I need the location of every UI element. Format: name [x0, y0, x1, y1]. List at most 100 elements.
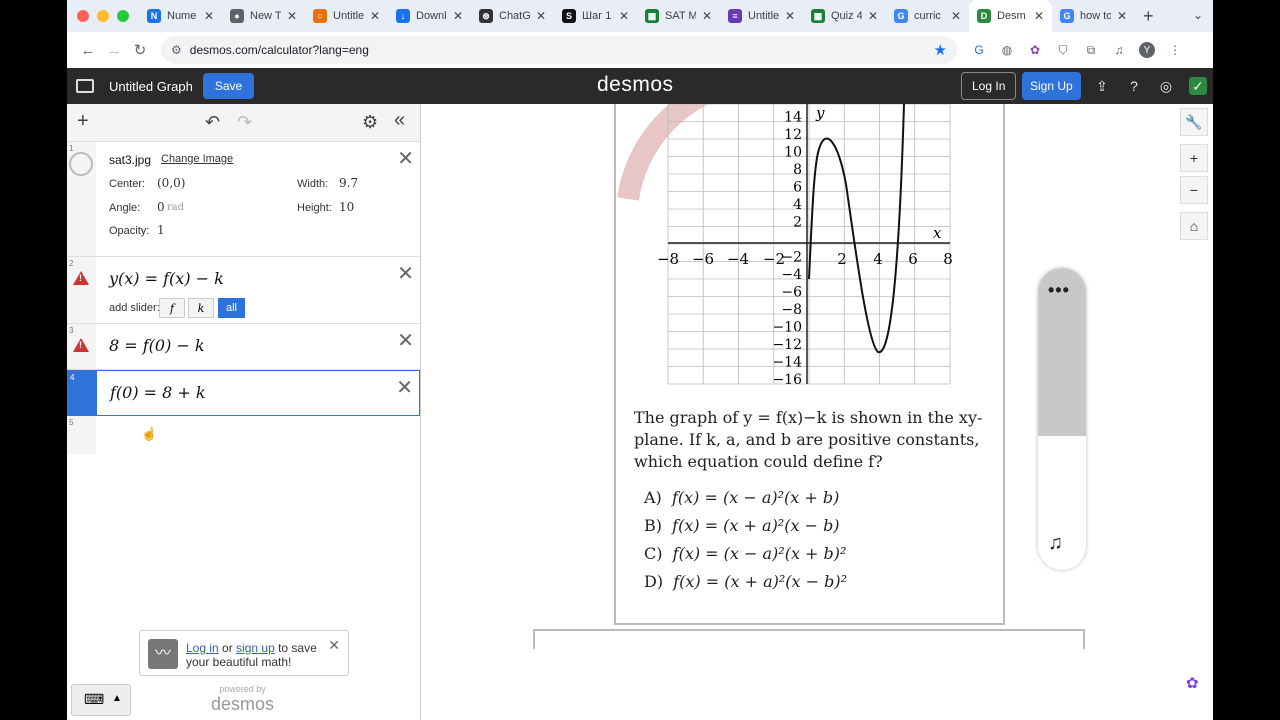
expression-math[interactable]: 8 = f(0) − k [109, 336, 205, 355]
tab-close-icon[interactable]: ✕ [370, 9, 380, 23]
close-window-button[interactable] [77, 10, 89, 22]
change-image-link[interactable]: Change Image [161, 153, 233, 165]
translate-icon[interactable]: G [971, 42, 987, 58]
browser-tab[interactable]: S Шаг 1 ✕ [554, 0, 637, 32]
slider-all-button[interactable]: all [218, 298, 245, 318]
share-icon[interactable]: ⇪ [1093, 77, 1111, 95]
signup-link[interactable]: sign up [236, 641, 275, 655]
signup-button[interactable]: Sign Up [1022, 72, 1081, 100]
tab-title: Quiz 4 [831, 10, 862, 22]
browser-tab[interactable]: ≡ Untitle ✕ [720, 0, 803, 32]
browser-tab[interactable]: ↓ Downl ✕ [388, 0, 471, 32]
desmos-logo: desmos [597, 73, 674, 96]
tab-close-icon[interactable]: ✕ [868, 9, 878, 23]
globe-icon[interactable]: ◍ [999, 42, 1015, 58]
browser-tab[interactable]: ○ Untitle ✕ [305, 0, 388, 32]
help-icon[interactable]: ? [1125, 77, 1143, 95]
delete-expression-icon[interactable]: ✕ [397, 146, 414, 171]
extension-icon[interactable]: ✓ [1189, 77, 1207, 95]
undo-icon[interactable]: ↶ [205, 112, 220, 133]
warning-icon[interactable] [73, 271, 89, 285]
profile-avatar[interactable]: Y [1139, 42, 1155, 58]
browser-tab[interactable]: ▦ SAT M ✕ [637, 0, 720, 32]
brain-extension-icon[interactable]: ✿ [1027, 42, 1043, 58]
browser-tab[interactable]: Gcurric ✕ [886, 0, 969, 32]
new-tab-button[interactable]: + [1135, 6, 1162, 27]
delete-expression-icon[interactable]: ✕ [396, 375, 413, 400]
opacity-value[interactable]: 1 [157, 223, 165, 237]
minimize-window-button[interactable] [97, 10, 109, 22]
tab-close-icon[interactable]: ✕ [702, 9, 712, 23]
delete-expression-icon[interactable]: ✕ [397, 261, 414, 286]
zoom-out-icon[interactable]: − [1180, 176, 1208, 204]
tab-close-icon[interactable]: ✕ [204, 9, 214, 23]
image-expression[interactable]: 1 sat3.jpg Change Image ✕ Center: (0,0) … [67, 142, 420, 257]
expression-math[interactable]: y(x) = f(x) − k [109, 269, 224, 288]
warning-icon[interactable] [73, 338, 89, 352]
tab-close-icon[interactable]: ✕ [287, 9, 297, 23]
slider-k-button[interactable]: k [188, 298, 214, 318]
browser-tab[interactable]: D Desm ✕ [969, 0, 1052, 32]
width-value[interactable]: 9.7 [339, 176, 358, 190]
floating-media-widget[interactable]: ••• ♫ [1038, 268, 1086, 570]
more-options-icon[interactable]: ••• [1048, 280, 1070, 301]
zoom-in-icon[interactable]: + [1180, 144, 1208, 172]
url-field[interactable]: ⚙ desmos.com/calculator?lang=eng ★ [161, 36, 957, 64]
site-info-icon[interactable]: ⚙ [171, 43, 182, 57]
bookmark-star-icon[interactable]: ★ [934, 41, 947, 59]
image-visibility-icon[interactable] [69, 152, 93, 176]
expression-math[interactable]: f(0) = 8 + k [110, 383, 206, 402]
slider-f-button[interactable]: f [159, 298, 185, 318]
add-expression-icon[interactable]: + [77, 110, 89, 133]
expression-3[interactable]: 3 8 = f(0) − k ✕ [67, 324, 420, 370]
height-value[interactable]: 10 [339, 200, 354, 214]
expression-5[interactable]: 5 ☝ [67, 416, 420, 454]
assistant-extension-icon[interactable]: ✿ [1186, 674, 1199, 692]
puzzle-icon[interactable]: ⧉ [1083, 42, 1099, 58]
tab-close-icon[interactable]: ✕ [619, 9, 629, 23]
tab-close-icon[interactable]: ✕ [453, 9, 463, 23]
tab-close-icon[interactable]: ✕ [785, 9, 795, 23]
center-value[interactable]: (0,0) [157, 176, 185, 190]
tab-close-icon[interactable]: ✕ [951, 9, 961, 23]
login-button[interactable]: Log In [961, 72, 1017, 100]
expression-4[interactable]: 4 f(0) = 8 + k ✕ [67, 370, 420, 416]
answer-choice: C) f(x) = (x − a)²(x + b)² [644, 544, 846, 563]
delete-expression-icon[interactable]: ✕ [397, 328, 414, 353]
close-icon[interactable]: ✕ [328, 637, 340, 654]
browser-tab[interactable]: Ghow to ✕ [1052, 0, 1135, 32]
back-arrow-icon[interactable]: ← [75, 42, 101, 59]
expression-2[interactable]: 2 y(x) = f(x) − k ✕ add slider: f k all [67, 257, 420, 324]
tab-close-icon[interactable]: ✕ [1034, 9, 1044, 23]
reload-icon[interactable]: ↻ [127, 41, 153, 59]
folder-icon[interactable] [76, 79, 94, 93]
keyboard-toggle-button[interactable]: ⌨ ▲ [71, 684, 131, 716]
wrench-icon[interactable]: 🔧 [1180, 108, 1208, 136]
graph-title[interactable]: Untitled Graph [109, 79, 193, 94]
maximize-window-button[interactable] [117, 10, 129, 22]
graph-paper[interactable]: 161412108642−2−4−6−8−10−12−14−16−8−6−4−2… [421, 104, 1213, 720]
media-icon[interactable]: ♫ [1111, 42, 1127, 58]
tab-search-icon[interactable]: ⌄ [1193, 8, 1203, 22]
angle-value[interactable]: 0 [157, 200, 165, 214]
collapse-panel-icon[interactable]: « [394, 109, 405, 132]
height-label: Height: [297, 202, 332, 214]
tab-close-icon[interactable]: ✕ [1117, 9, 1127, 23]
center-label: Center: [109, 178, 146, 190]
login-link[interactable]: Log in [186, 641, 219, 655]
redo-icon[interactable]: ↷ [237, 112, 252, 133]
home-icon[interactable]: ⌂ [1180, 212, 1208, 240]
angle-unit: rad [167, 202, 185, 213]
browser-tab[interactable]: N Nume ✕ [139, 0, 222, 32]
forward-arrow-icon[interactable]: → [101, 42, 127, 59]
browser-tab[interactable]: ▦ Quiz 4 ✕ [803, 0, 886, 32]
save-button[interactable]: Save [202, 73, 255, 99]
browser-tab[interactable]: ● New T ✕ [222, 0, 305, 32]
tab-close-icon[interactable]: ✕ [536, 9, 546, 23]
language-globe-icon[interactable]: ◎ [1157, 77, 1175, 95]
shield-icon[interactable]: ⛉ [1055, 42, 1071, 58]
settings-gear-icon[interactable]: ⚙ [362, 112, 378, 133]
browser-tab[interactable]: ⊛ ChatG ✕ [471, 0, 554, 32]
audio-note-icon[interactable]: ♫ [1048, 532, 1063, 555]
kebab-menu-icon[interactable]: ⋮ [1167, 42, 1183, 58]
